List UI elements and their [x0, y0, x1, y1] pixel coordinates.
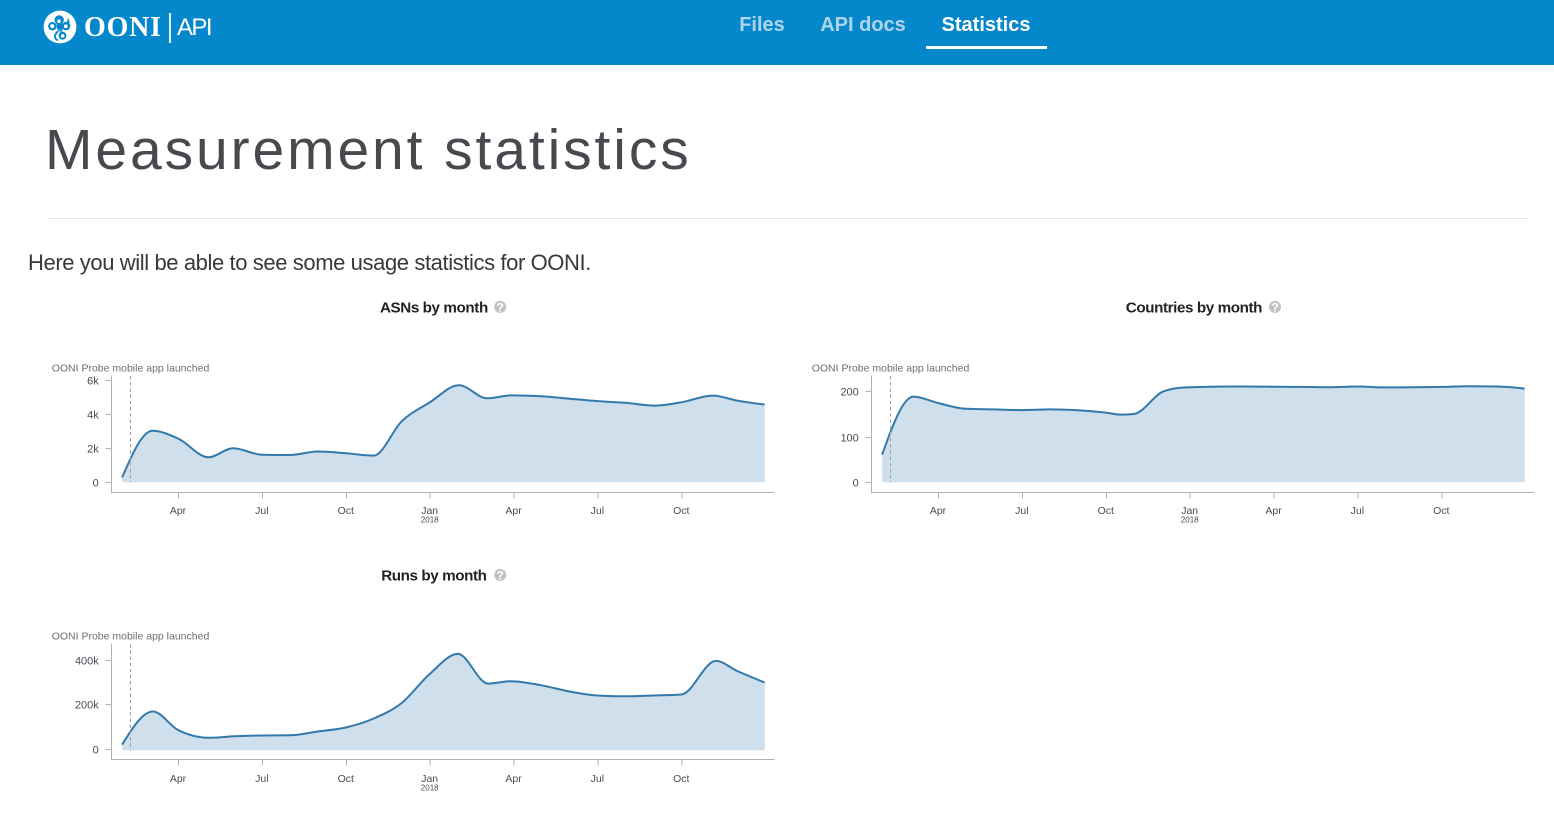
svg-text:2018: 2018 — [421, 516, 439, 525]
svg-text:Jul: Jul — [255, 773, 268, 785]
svg-text:Apr: Apr — [505, 773, 522, 785]
svg-text:Jul: Jul — [591, 773, 604, 785]
svg-text:Apr: Apr — [170, 773, 187, 785]
svg-text:Countries by month: Countries by month — [1126, 300, 1262, 317]
svg-text:4k: 4k — [87, 409, 99, 421]
svg-text:400k: 400k — [75, 655, 99, 667]
svg-text:Oct: Oct — [1433, 505, 1449, 517]
svg-text:0: 0 — [853, 477, 859, 489]
svg-text:200: 200 — [840, 386, 858, 398]
svg-text:Apr: Apr — [170, 505, 187, 517]
svg-text:?: ? — [1271, 300, 1278, 314]
svg-text:6k: 6k — [87, 375, 99, 387]
svg-text:OONI Probe mobile app launched: OONI Probe mobile app launched — [52, 630, 210, 642]
svg-text:Jul: Jul — [1351, 505, 1364, 517]
svg-text:OONI Probe mobile app launched: OONI Probe mobile app launched — [812, 362, 970, 374]
svg-text:Runs by month: Runs by month — [381, 568, 486, 585]
svg-text:ASNs by month: ASNs by month — [380, 300, 488, 317]
svg-text:Oct: Oct — [338, 505, 354, 517]
svg-text:2018: 2018 — [1181, 516, 1199, 525]
svg-text:Oct: Oct — [673, 773, 689, 785]
svg-text:Jul: Jul — [1015, 505, 1028, 517]
svg-text:Jul: Jul — [255, 505, 268, 517]
svg-text:?: ? — [497, 568, 504, 582]
svg-text:2018: 2018 — [421, 784, 439, 793]
svg-text:OONI Probe mobile app launched: OONI Probe mobile app launched — [52, 362, 210, 374]
svg-text:Oct: Oct — [1098, 505, 1114, 517]
svg-text:Apr: Apr — [930, 505, 947, 517]
svg-text:100: 100 — [840, 432, 858, 444]
svg-text:Apr: Apr — [1265, 505, 1282, 517]
svg-text:200k: 200k — [75, 699, 99, 711]
svg-text:Oct: Oct — [673, 505, 689, 517]
svg-text:Oct: Oct — [338, 773, 354, 785]
svg-text:?: ? — [497, 300, 504, 314]
svg-text:Jul: Jul — [591, 505, 604, 517]
svg-text:2k: 2k — [87, 443, 99, 455]
svg-text:Apr: Apr — [505, 505, 522, 517]
svg-text:0: 0 — [93, 477, 99, 489]
svg-text:0: 0 — [93, 744, 99, 756]
